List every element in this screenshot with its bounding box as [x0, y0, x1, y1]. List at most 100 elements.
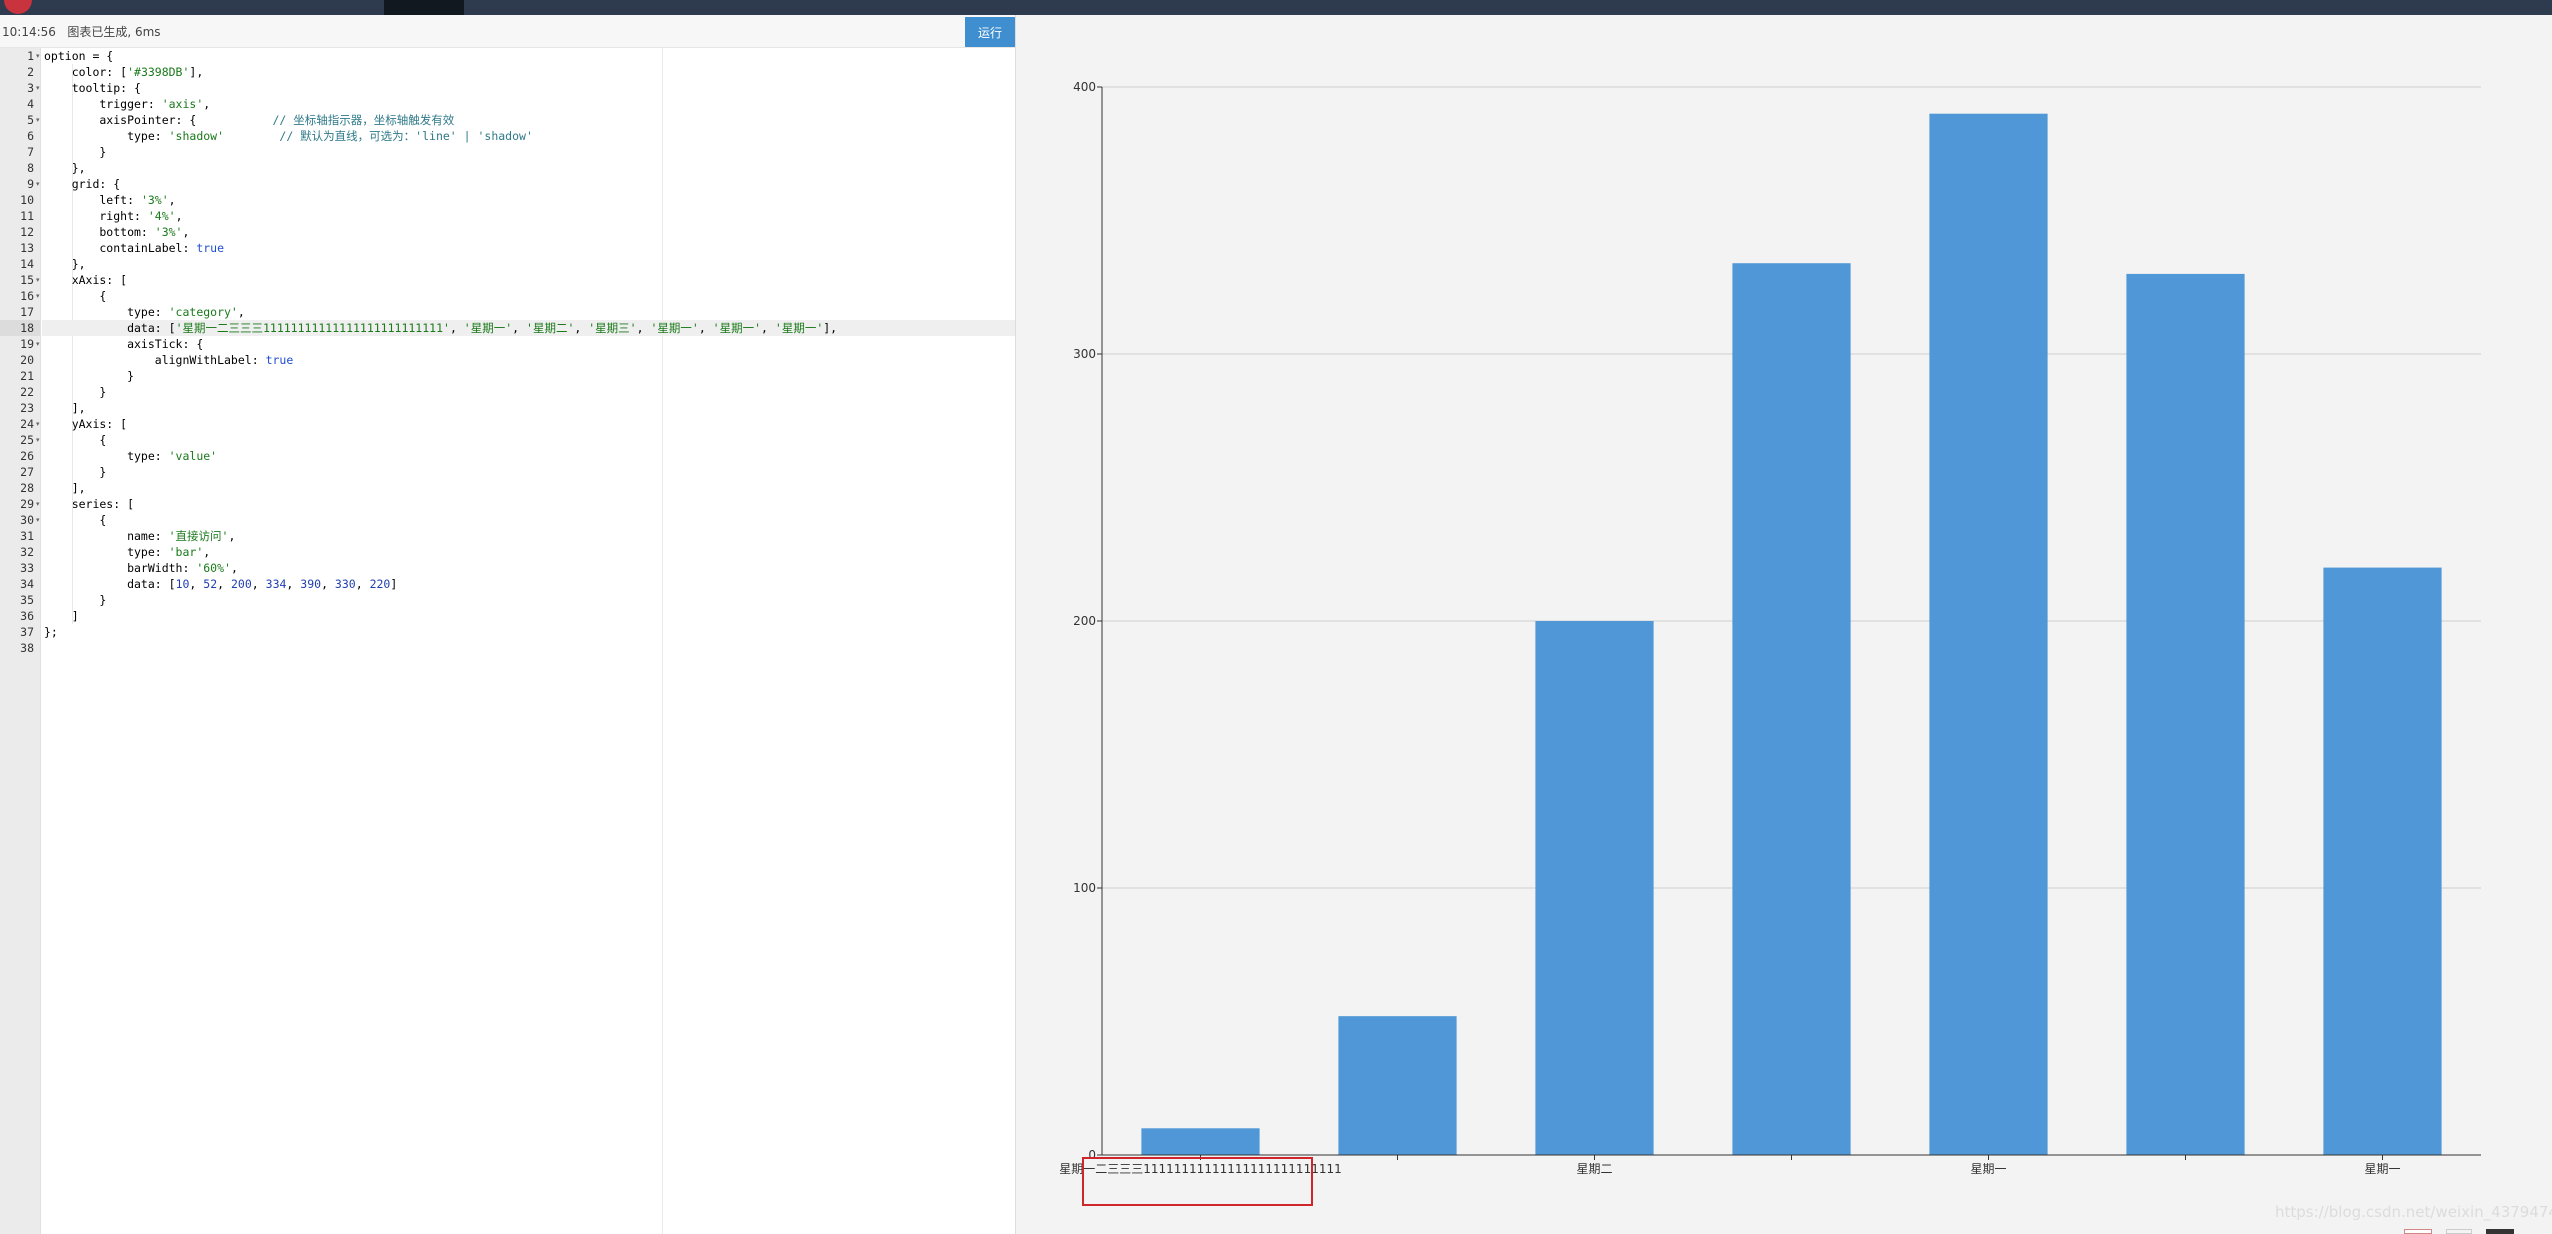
code-line: barWidth: '60%',	[44, 560, 238, 576]
code-token: '星期一'	[774, 321, 824, 335]
code-line: {	[44, 512, 106, 528]
code-token: type:	[44, 545, 169, 559]
code-token: },	[44, 161, 86, 175]
code-token: 'value'	[168, 449, 218, 463]
code-line: ],	[44, 480, 86, 496]
code-line: }	[44, 464, 106, 480]
bar-chart[interactable]: 0100200300400星期一二三三三11111111111111111111…	[1016, 15, 2552, 1234]
code-token: // 默认为直线，可选为：'line' | 'shadow'	[279, 129, 533, 143]
code-token: '4%'	[147, 209, 176, 223]
code-token: type:	[44, 129, 169, 143]
logo-icon[interactable]	[4, 0, 32, 14]
code-token: ,	[203, 545, 211, 559]
line-number: 21	[20, 369, 34, 383]
bar[interactable]	[2126, 273, 2245, 1155]
code-token: type:	[44, 449, 169, 463]
code-token: };	[44, 625, 58, 639]
code-token: }	[44, 593, 107, 607]
code-token: '星期三'	[588, 321, 637, 335]
code-token: 330	[334, 577, 356, 591]
code-token: true	[265, 353, 294, 367]
code-line: type: 'bar',	[44, 544, 210, 560]
code-token: '3%'	[140, 193, 169, 207]
code-token: '星期一'	[463, 321, 513, 335]
code-token: ,	[286, 577, 301, 591]
corner-button[interactable]	[2446, 1229, 2472, 1234]
x-tick-label: 星期一	[2364, 1162, 2400, 1176]
corner-button[interactable]	[2486, 1229, 2514, 1234]
status-text: 10:14:56 图表已生成, 6ms	[2, 25, 161, 39]
code-line: grid: {	[44, 176, 120, 192]
code-token: ,	[175, 209, 183, 223]
code-token: '星期二'	[526, 321, 575, 335]
code-token: ,	[251, 577, 266, 591]
code-token: 'axis'	[161, 97, 204, 111]
line-number: 3	[27, 81, 34, 95]
code-token: // 坐标轴指示器，坐标轴触发有效	[272, 113, 455, 127]
bar[interactable]	[1338, 1016, 1457, 1155]
code-token: ,	[698, 321, 713, 335]
bar[interactable]	[1929, 113, 2048, 1156]
code-line: series: [	[44, 496, 134, 512]
corner-button[interactable]	[2404, 1229, 2432, 1234]
code-token: ,	[168, 193, 176, 207]
code-token: ,	[230, 561, 238, 575]
code-token: color: [	[44, 65, 128, 79]
code-token: }	[44, 369, 135, 383]
code-token: ,	[189, 577, 204, 591]
line-number: 5	[27, 113, 34, 127]
code-token: ,	[574, 321, 589, 335]
code-token: }	[44, 145, 107, 159]
watermark: https://blog.csdn.net/weixin_43794749	[2275, 1203, 2552, 1221]
highlight-box	[1082, 1157, 1313, 1206]
code-editor[interactable]: option = { color: ['#3398DB'], tooltip: …	[42, 48, 1015, 1234]
line-number: 13	[20, 241, 34, 255]
line-number-gutter[interactable]: 1 ▾ 2 3 ▾ 4 5 ▾ 6 7 8 9 ▾ 10 11 12 13 14 15 ▾ 16 ▾ 17 18 19 ▾ 20 21…	[0, 48, 41, 1234]
code-line: color: ['#3398DB'],	[44, 64, 204, 80]
code-line: axisPointer: { // 坐标轴指示器，坐标轴触发有效	[44, 112, 454, 128]
code-token: '#3398DB'	[127, 65, 190, 79]
y-tick-label: 400	[1073, 80, 1096, 94]
code-line: option = {	[44, 48, 113, 64]
code-token: {	[44, 289, 107, 303]
code-token: 'category'	[168, 305, 238, 319]
line-number: 11	[20, 209, 34, 223]
code-token: ]	[390, 577, 398, 591]
line-number: 28	[20, 481, 34, 495]
code-token: bottom:	[44, 225, 155, 239]
code-token: ],	[189, 65, 204, 79]
code-token: ],	[44, 401, 86, 415]
line-number: 25	[20, 433, 34, 447]
run-button[interactable]: 运行	[965, 17, 1015, 47]
code-line: type: 'value'	[44, 448, 217, 464]
code-token: ,	[203, 97, 211, 111]
code-token: containLabel:	[44, 241, 197, 255]
code-line: }	[44, 144, 106, 160]
bar[interactable]	[2323, 567, 2442, 1155]
bar[interactable]	[1535, 621, 1654, 1155]
code-token: axisTick: {	[44, 337, 204, 351]
bar[interactable]	[1732, 263, 1851, 1156]
code-token: ,	[237, 305, 245, 319]
line-number: 18	[0, 320, 40, 336]
code-line: }	[44, 384, 106, 400]
code-token: data: [	[44, 321, 176, 335]
code-token: '3%'	[154, 225, 183, 239]
line-number: 34	[20, 577, 34, 591]
code-line: data: ['星期一二三三三1111111111111111111111111…	[44, 320, 837, 336]
line-number: 9	[27, 177, 34, 191]
bar[interactable]	[1141, 1128, 1260, 1155]
active-tab[interactable]	[384, 0, 464, 15]
code-line: }	[44, 592, 106, 608]
code-line: },	[44, 256, 86, 272]
code-line: }	[44, 368, 134, 384]
code-token: xAxis: [	[44, 273, 128, 287]
code-line: data: [10, 52, 200, 334, 390, 330, 220]	[44, 576, 397, 592]
code-line: tooltip: {	[44, 80, 141, 96]
code-token: },	[44, 257, 86, 271]
code-token: '60%'	[196, 561, 231, 575]
code-token: ,	[228, 529, 236, 543]
code-token: ,	[182, 225, 190, 239]
code-line: yAxis: [	[44, 416, 127, 432]
code-line: name: '直接访问',	[44, 528, 235, 544]
